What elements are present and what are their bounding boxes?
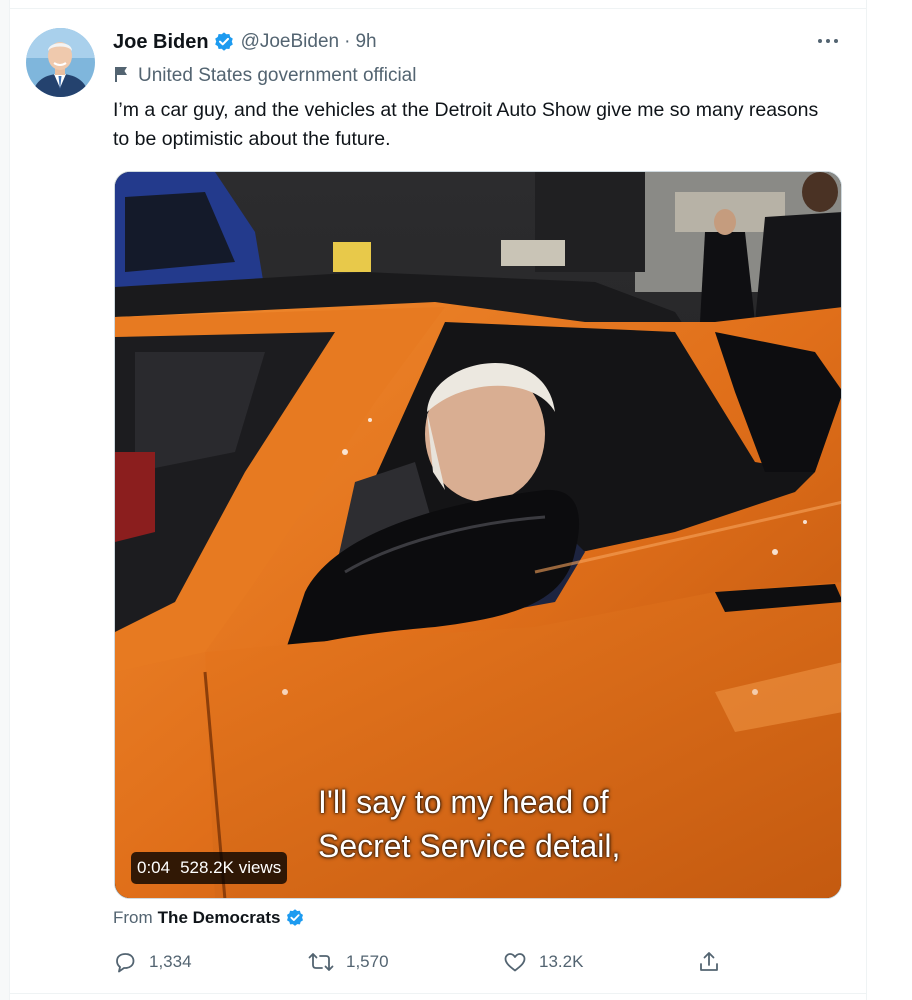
media-source: From The Democrats xyxy=(113,906,305,930)
tweet-text: I’m a car guy, and the vehicles at the D… xyxy=(113,99,819,150)
video-caption-line-2: Secret Service detail, xyxy=(318,828,621,864)
government-flag-icon xyxy=(113,65,129,88)
top-divider xyxy=(10,0,866,9)
more-icon[interactable] xyxy=(811,28,845,54)
video-duration: 0:04 xyxy=(137,858,171,877)
government-label-text: United States government official xyxy=(138,65,417,86)
author-avatar[interactable] xyxy=(26,28,95,97)
video-info-badge: 0:04 528.2K views xyxy=(131,852,288,884)
author-handle[interactable]: @JoeBiden xyxy=(241,31,340,53)
author-name[interactable]: Joe Biden xyxy=(113,31,209,54)
media-source-label: From xyxy=(113,908,153,927)
retweet-count: 1,570 xyxy=(346,952,389,971)
retweet-icon xyxy=(308,950,334,974)
share-icon xyxy=(697,950,721,974)
video-caption-line-1: I'll say to my head of xyxy=(318,784,609,820)
share-button[interactable] xyxy=(697,946,721,978)
tweet-actions: 1,334 1,570 13.2K xyxy=(113,946,843,978)
reply-icon xyxy=(113,950,137,974)
retweet-button[interactable]: 1,570 xyxy=(308,946,389,978)
video-caption: I'll say to my head of Secret Service de… xyxy=(318,780,678,868)
like-icon xyxy=(503,950,527,974)
right-panel-edge xyxy=(866,0,912,1000)
video-views: 528.2K views xyxy=(180,858,282,877)
left-panel-edge xyxy=(0,0,10,1000)
verified-icon xyxy=(213,31,235,53)
reply-button[interactable]: 1,334 xyxy=(113,946,192,978)
separator-dot: · xyxy=(344,31,351,52)
government-label[interactable]: United States government official xyxy=(113,63,416,89)
media-source-name[interactable]: The Democrats xyxy=(158,908,281,928)
tweet-timestamp[interactable]: 9h xyxy=(355,31,376,53)
bottom-divider xyxy=(10,993,866,1000)
video-player[interactable]: I'll say to my head of Secret Service de… xyxy=(114,171,842,899)
like-button[interactable]: 13.2K xyxy=(503,946,583,978)
tweet[interactable]: Joe Biden @JoeBiden · 9h United States g… xyxy=(11,10,866,993)
like-count: 13.2K xyxy=(539,952,584,971)
verified-icon xyxy=(285,908,305,928)
tweet-header: Joe Biden @JoeBiden · 9h xyxy=(113,28,377,56)
reply-count: 1,334 xyxy=(149,952,192,971)
